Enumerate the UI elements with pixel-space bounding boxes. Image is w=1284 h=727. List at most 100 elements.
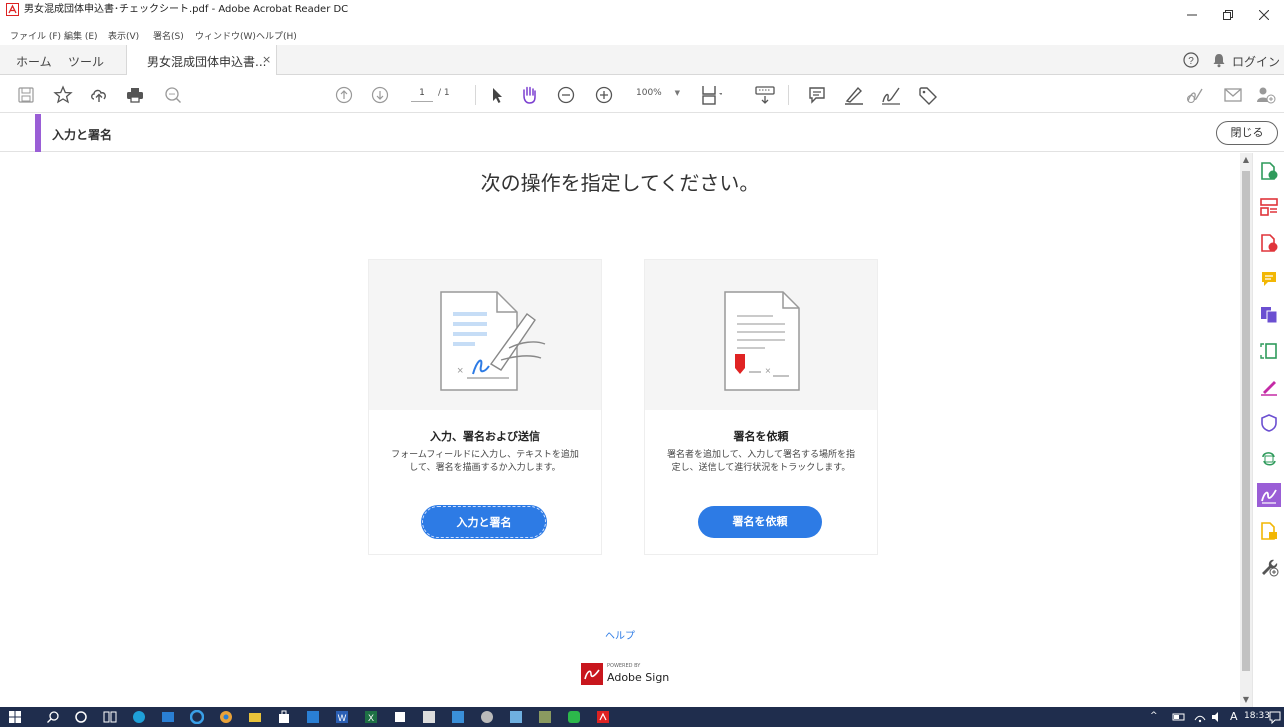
search-icon[interactable] [46, 710, 60, 724]
create-pdf-tool[interactable] [1257, 231, 1281, 255]
acrobat-app-icon [6, 3, 19, 16]
protect-tool[interactable] [1257, 411, 1281, 435]
login-link[interactable]: ログイン [1232, 53, 1280, 70]
scroll-down-icon[interactable]: ▼ [1240, 693, 1252, 707]
upload-button[interactable] [88, 84, 110, 106]
wifi-icon[interactable] [1193, 710, 1207, 724]
tab-document[interactable]: 男女混成団体申込書... × [126, 45, 277, 75]
window-title: 男女混成団体申込書･チェックシート.pdf - Adobe Acrobat Re… [24, 4, 349, 15]
acrobat-taskbar-icon[interactable] [596, 710, 610, 724]
hand-icon [523, 86, 536, 104]
print-button[interactable] [124, 84, 146, 106]
excel-icon[interactable]: X [364, 710, 378, 724]
minimize-button[interactable] [1174, 0, 1210, 30]
clock[interactable]: 18:33 [1244, 711, 1270, 721]
restore-button[interactable] [1210, 0, 1246, 30]
chrome-icon[interactable] [219, 710, 233, 724]
pen-icon [1261, 381, 1277, 396]
next-page-button[interactable] [369, 84, 391, 106]
line-icon[interactable] [567, 710, 581, 724]
more-tools-yellow[interactable] [1257, 519, 1281, 543]
fill-and-sign-card[interactable]: × 入力、署名および送信 フォームフィールドに入力し、テキストを追加して、署名を… [368, 259, 602, 555]
help-icon[interactable]: ? [1183, 52, 1199, 68]
scrollbar-thumb[interactable] [1242, 171, 1250, 671]
close-tool-button[interactable]: 閉じる [1216, 121, 1278, 145]
share-button[interactable] [1255, 84, 1277, 106]
chevron-up-icon[interactable]: ^ [1150, 711, 1158, 721]
zoom-select[interactable]: 100% ▼ [636, 88, 680, 98]
zoom-out-button[interactable] [555, 84, 577, 106]
fill-sign-pen-tool[interactable] [1257, 375, 1281, 399]
email-button[interactable] [1222, 84, 1244, 106]
export-pdf-tool[interactable] [1257, 159, 1281, 183]
edge-icon[interactable] [190, 710, 204, 724]
task-view-icon[interactable] [103, 710, 117, 724]
find-button[interactable] [162, 84, 184, 106]
zoom-in-button[interactable] [593, 84, 615, 106]
calendar-app-icon[interactable] [306, 710, 320, 724]
battery-icon[interactable] [1172, 710, 1186, 724]
cursor-icon [493, 88, 502, 103]
menu-window[interactable]: ウィンドウ(W) [195, 32, 256, 43]
sign-button[interactable] [880, 84, 902, 106]
svg-text:?: ? [1188, 56, 1194, 67]
combine-files-tool[interactable] [1257, 303, 1281, 327]
request-sign-illustration: × [724, 291, 800, 391]
menu-help[interactable]: ヘルプ(H) [256, 32, 297, 43]
scan-ocr-tool[interactable] [1257, 339, 1281, 363]
select-tool-button[interactable] [486, 84, 508, 106]
page-view-button[interactable] [700, 84, 722, 106]
svg-text:W: W [338, 713, 347, 723]
save-button[interactable] [15, 84, 37, 106]
card-description: フォームフィールドに入力し、テキストを追加して、署名を描画するか入力します。 [391, 450, 579, 473]
app-icon[interactable] [393, 710, 407, 724]
organize-pages-tool[interactable] [1257, 195, 1281, 219]
comment-tool[interactable] [1257, 267, 1281, 291]
speaker-icon[interactable] [1210, 710, 1224, 724]
app-icon[interactable] [132, 710, 146, 724]
request-signature-button[interactable]: 署名を依頼 [698, 506, 822, 538]
previous-page-button[interactable] [333, 84, 355, 106]
hand-tool-button[interactable] [518, 84, 540, 106]
menu-view[interactable]: 表示(V) [108, 32, 139, 43]
tag-button[interactable] [917, 84, 939, 106]
outlook-icon[interactable] [161, 710, 175, 724]
windows-start-icon[interactable] [8, 710, 22, 724]
comment-button[interactable] [806, 84, 828, 106]
app-icon[interactable] [538, 710, 552, 724]
tab-tools[interactable]: ツール [68, 53, 104, 70]
app-icon[interactable] [422, 710, 436, 724]
vertical-scrollbar[interactable]: ▲ ▼ [1240, 153, 1252, 707]
app-icon[interactable] [480, 710, 494, 724]
app-icon[interactable] [509, 710, 523, 724]
bookmark-button[interactable] [52, 84, 74, 106]
fill-sign-quick-button[interactable] [1184, 84, 1206, 106]
help-link[interactable]: ヘルプ [0, 627, 1240, 642]
toolbar: 1 / 1 100% ▼ [0, 76, 1284, 113]
fill-and-sign-button[interactable]: 入力と署名 [422, 506, 546, 538]
highlight-button[interactable] [843, 84, 865, 106]
cortana-icon[interactable] [74, 710, 88, 724]
toolbar-divider [475, 85, 476, 105]
word-icon[interactable]: W [335, 710, 349, 724]
page-number-input[interactable]: 1 [411, 86, 433, 102]
menu-file[interactable]: ファイル (F) [10, 32, 61, 43]
close-window-button[interactable] [1246, 0, 1282, 30]
customize-tools[interactable] [1257, 555, 1281, 579]
menu-sign[interactable]: 署名(S) [153, 32, 184, 43]
request-signature-card[interactable]: × 署名を依頼 署名者を追加して、入力して署名する場所を指定し、送信して進行状況… [644, 259, 878, 555]
bell-icon[interactable] [1212, 52, 1226, 68]
store-icon[interactable] [277, 710, 291, 724]
ime-indicator[interactable]: A [1230, 710, 1238, 723]
tab-home[interactable]: ホーム [16, 53, 52, 70]
notification-icon[interactable] [1268, 710, 1282, 724]
close-tab-icon[interactable]: × [262, 53, 271, 66]
app-icon[interactable] [451, 710, 465, 724]
create-pdf-icon [1261, 234, 1278, 252]
send-for-review-tool[interactable] [1257, 447, 1281, 471]
fill-and-sign-tool[interactable] [1257, 483, 1281, 507]
menu-edit[interactable]: 編集 (E) [64, 32, 98, 43]
scroll-mode-button[interactable] [754, 84, 776, 106]
scroll-up-icon[interactable]: ▲ [1240, 153, 1252, 167]
file-explorer-icon[interactable] [248, 710, 262, 724]
